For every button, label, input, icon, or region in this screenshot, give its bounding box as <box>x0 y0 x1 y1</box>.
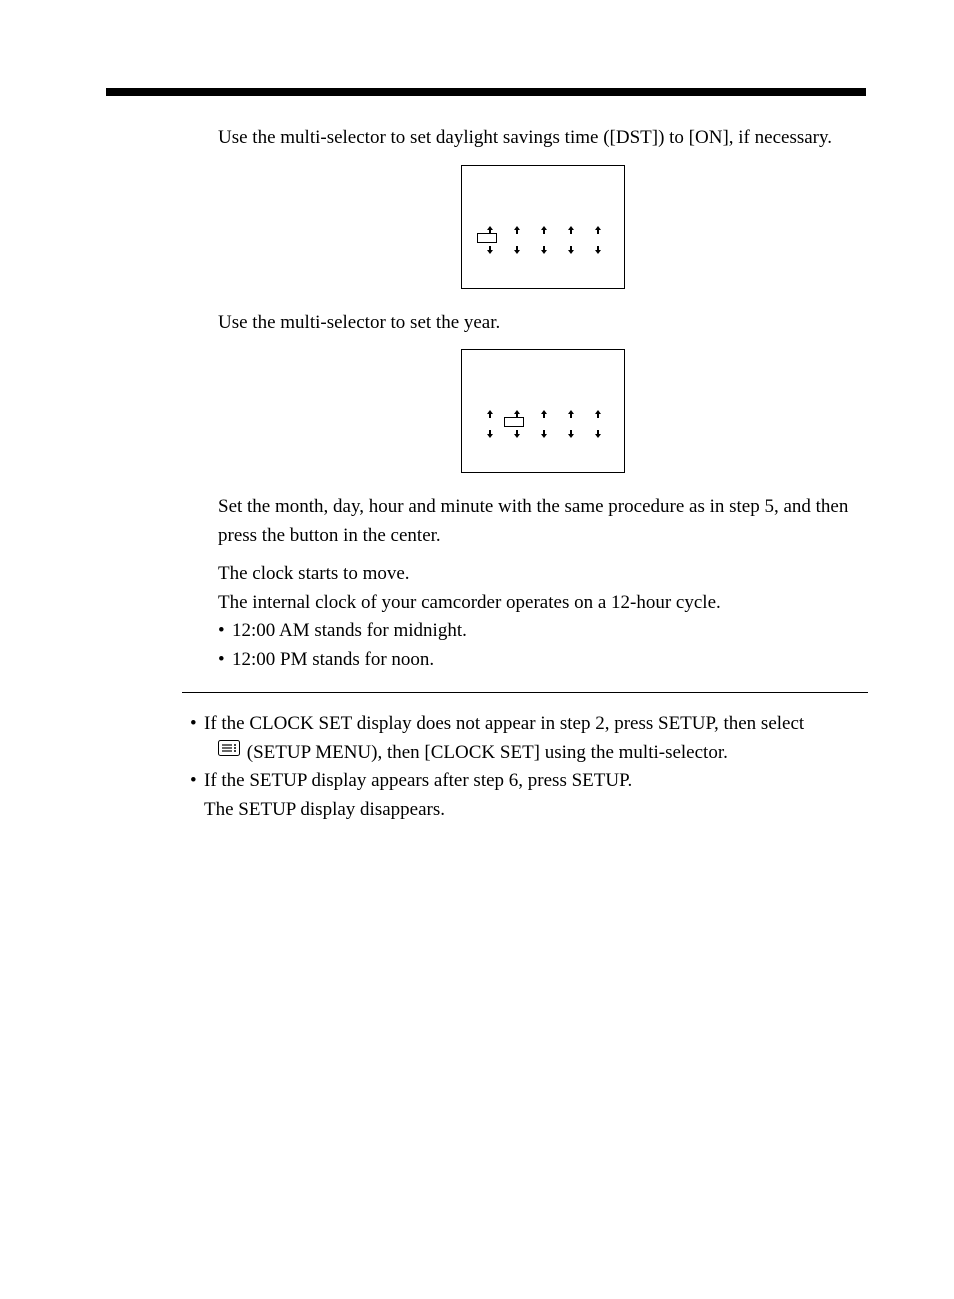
arrow-up-icon <box>511 225 523 235</box>
step6-text3: The internal clock of your camcorder ope… <box>218 589 868 618</box>
arrow-up-icon <box>592 225 604 235</box>
step6-text2: The clock starts to move. <box>218 560 868 589</box>
arrow-up-icon <box>538 225 550 235</box>
arrow-down-icon <box>538 245 550 255</box>
note-text: If the SETUP display appears after step … <box>204 767 870 796</box>
main-content: Use the multi-selector to set daylight s… <box>218 124 868 705</box>
note-text-cont: (SETUP MENU), then [CLOCK SET] using the… <box>247 742 728 763</box>
arrow-up-icon <box>565 409 577 419</box>
arrow-down-icon <box>592 245 604 255</box>
arrow-up-icon <box>538 409 550 419</box>
note-text-cont: The SETUP display disappears. <box>204 799 445 820</box>
step6-bullet-text: 12:00 AM stands for midnight. <box>232 617 868 646</box>
bullet-icon: • <box>218 646 232 675</box>
diagram-year <box>461 349 625 473</box>
arrow-down-icon <box>592 429 604 439</box>
bullet-icon: • <box>190 710 204 739</box>
diagram-dst <box>461 165 625 289</box>
arrow-down-icon <box>511 429 523 439</box>
arrow-up-icon <box>484 409 496 419</box>
note-continuation: (SETUP MENU), then [CLOCK SET] using the… <box>190 739 870 768</box>
arrow-down-icon <box>484 429 496 439</box>
arrow-down-icon <box>511 245 523 255</box>
arrow-down-icon <box>484 245 496 255</box>
bullet-icon: • <box>218 617 232 646</box>
arrow-up-icon <box>565 225 577 235</box>
header-rule <box>106 88 866 96</box>
arrow-up-icon <box>592 409 604 419</box>
arrow-down-icon <box>565 429 577 439</box>
note-continuation: The SETUP display disappears. <box>190 796 870 825</box>
step6-bullet: • 12:00 PM stands for noon. <box>218 646 868 675</box>
note-item: • If the SETUP display appears after ste… <box>190 767 870 796</box>
arrow-down-icon <box>538 429 550 439</box>
setup-menu-icon <box>218 737 240 766</box>
selection-box-icon <box>477 233 497 243</box>
step4-text: Use the multi-selector to set daylight s… <box>218 124 868 153</box>
bullet-icon: • <box>190 767 204 796</box>
note-item: • If the CLOCK SET display does not appe… <box>190 710 870 739</box>
notes-section: • If the CLOCK SET display does not appe… <box>190 710 870 824</box>
step6-bullet-text: 12:00 PM stands for noon. <box>232 646 868 675</box>
section-divider <box>182 692 868 693</box>
step5-text: Use the multi-selector to set the year. <box>218 309 868 338</box>
arrow-down-icon <box>565 245 577 255</box>
step6-bullet: • 12:00 AM stands for midnight. <box>218 617 868 646</box>
step6-text1: Set the month, day, hour and minute with… <box>218 493 868 550</box>
note-text: If the CLOCK SET display does not appear… <box>204 710 870 739</box>
selection-box-icon <box>504 417 524 427</box>
